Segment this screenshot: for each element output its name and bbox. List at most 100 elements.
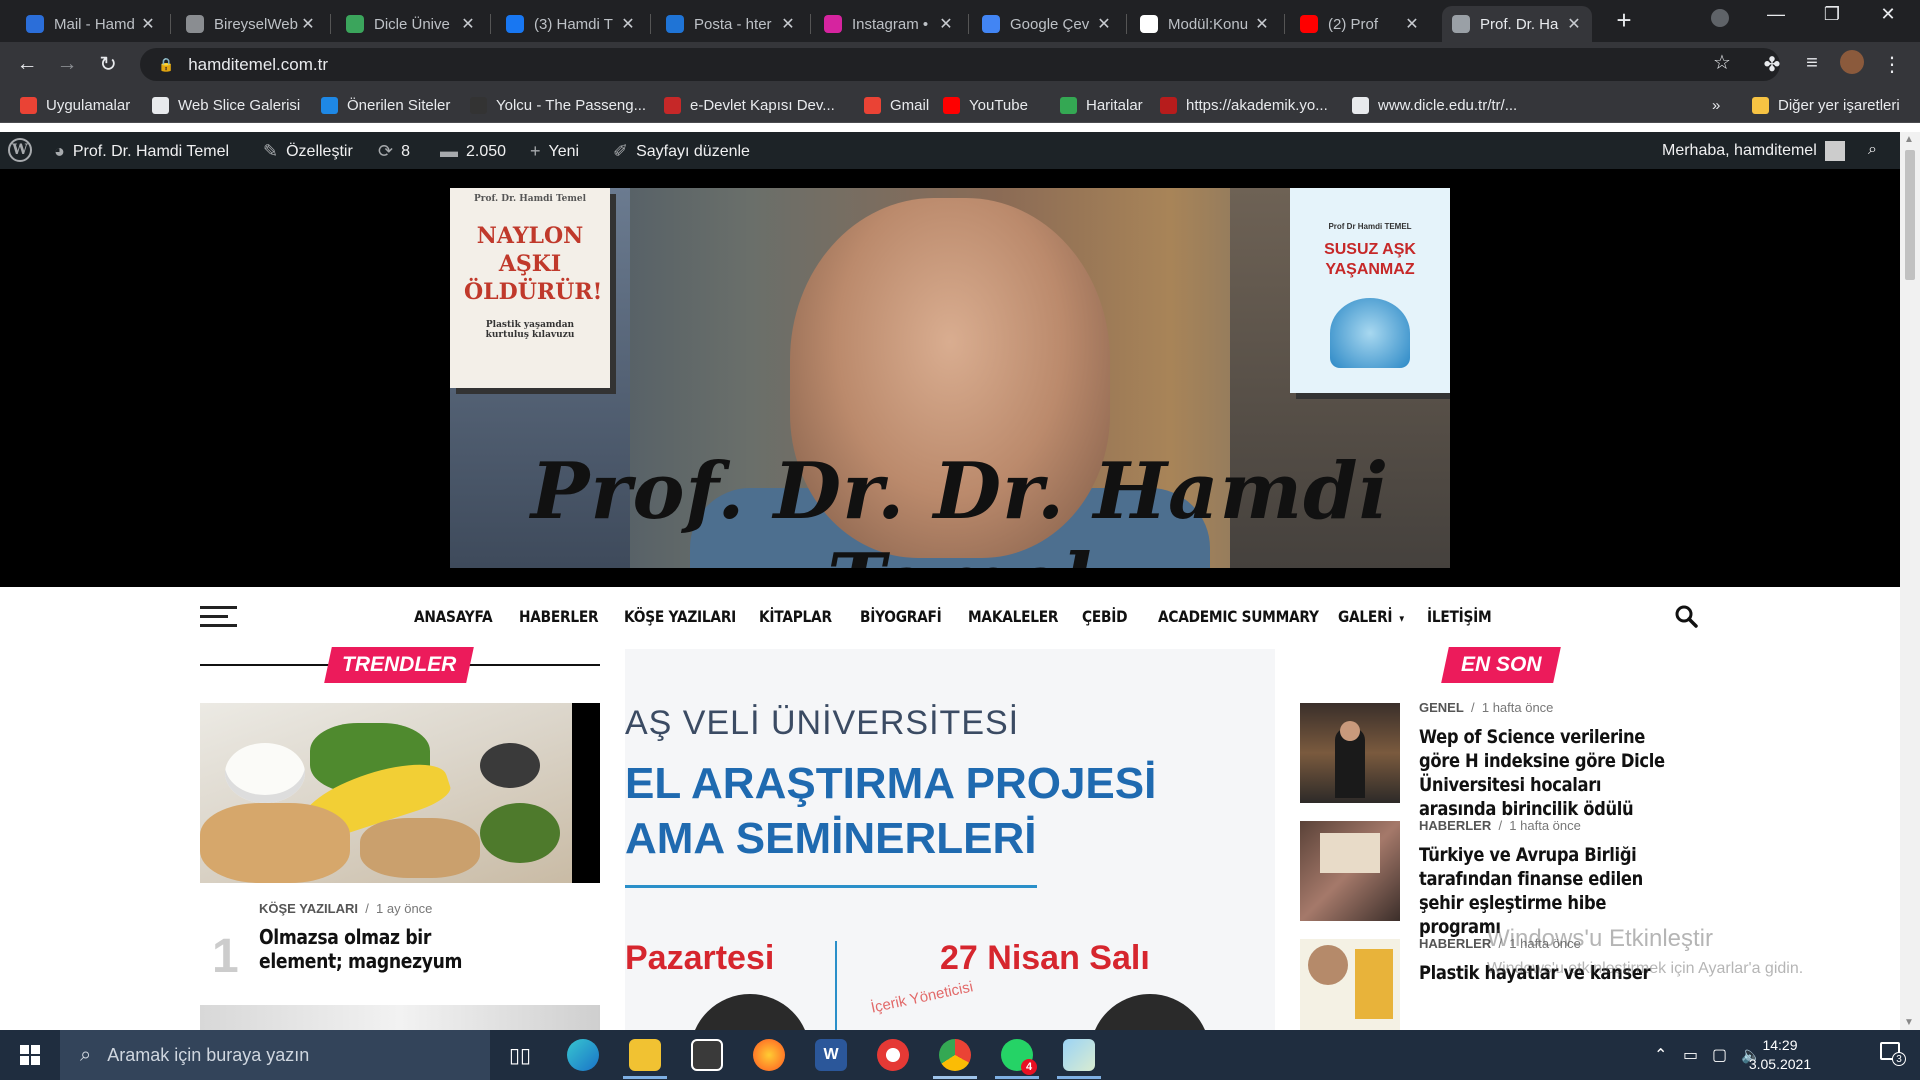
minimize-button[interactable]: —	[1756, 4, 1796, 25]
scroll-up-icon[interactable]: ▲	[1904, 134, 1914, 145]
extensions-icon[interactable]: ✤	[1758, 52, 1786, 77]
bookmark-item[interactable]: Uygulamalar	[20, 94, 130, 116]
notification-center-icon[interactable]: 3	[1880, 1042, 1906, 1066]
wp-account[interactable]: Merhaba, hamditemel	[1662, 141, 1845, 161]
file-explorer-icon[interactable]	[629, 1039, 661, 1071]
nav-makaleler[interactable]: MAKALELER	[968, 607, 1059, 626]
trend-title[interactable]: Olmazsa olmaz bir element; magnezyum	[259, 925, 483, 973]
browser-tab[interactable]: Mail - Hamd ✕	[16, 6, 166, 42]
bookmark-item[interactable]: www.dicle.edu.tr/tr/...	[1352, 94, 1517, 116]
paint-icon[interactable]	[1063, 1039, 1095, 1071]
wp-customize[interactable]: ✎ Özelleştir	[263, 141, 353, 162]
tab-close-icon[interactable]: ✕	[1096, 14, 1112, 34]
reload-icon[interactable]: ↻	[93, 52, 123, 77]
tab-close-icon[interactable]: ✕	[620, 14, 636, 34]
trend-next-image[interactable]	[200, 1005, 600, 1030]
page-scrollbar[interactable]: ▲ ▼	[1900, 132, 1920, 1030]
reading-list-icon[interactable]: ≡	[1798, 52, 1826, 75]
hamburger-menu-icon[interactable]	[200, 606, 237, 633]
network-icon[interactable]: ▢	[1712, 1045, 1727, 1065]
bookmark-star-icon[interactable]: ☆	[1708, 50, 1736, 75]
tab-search-icon[interactable]	[1700, 9, 1740, 32]
app-red-icon[interactable]	[877, 1039, 909, 1071]
new-tab-button[interactable]: +	[1604, 5, 1644, 36]
tab-close-icon[interactable]: ✕	[300, 14, 316, 34]
other-bookmarks[interactable]: Diğer yer işaretleri	[1752, 94, 1900, 116]
menu-dots-icon[interactable]: ⋮	[1878, 52, 1906, 77]
browser-tab[interactable]: Posta - hter ✕	[656, 6, 806, 42]
back-icon[interactable]: ←	[12, 52, 42, 76]
featured-image[interactable]: AŞ VELİ ÜNİVERSİTESİ EL ARAŞTIRMA PROJES…	[625, 649, 1275, 1030]
bookmark-item[interactable]: Web Slice Galerisi	[152, 94, 300, 116]
bookmark-item[interactable]: Gmail	[864, 94, 929, 116]
bookmark-item[interactable]: Haritalar	[1060, 94, 1143, 116]
tab-close-icon[interactable]: ✕	[1566, 14, 1582, 34]
wp-site-name[interactable]: ◕ Prof. Dr. Hamdi Temel	[54, 141, 229, 162]
site-search-icon[interactable]	[1674, 604, 1698, 635]
tab-close-icon[interactable]: ✕	[460, 14, 476, 34]
restore-button[interactable]: ❐	[1812, 4, 1852, 25]
nav-haberler[interactable]: HABERLER	[519, 607, 599, 626]
tab-close-icon[interactable]: ✕	[1404, 14, 1420, 34]
nav-academic-summary[interactable]: ACADEMIC SUMMARY	[1158, 607, 1319, 626]
browser-tab[interactable]: Dicle Ünive ✕	[336, 6, 486, 42]
wp-search-icon[interactable]: ⌕	[1868, 141, 1877, 159]
header-banner[interactable]: Prof. Dr. Hamdi Temel NAYLON AŞKI ÖLDÜRÜ…	[450, 188, 1450, 568]
word-icon[interactable]: W	[815, 1039, 847, 1071]
url-text: hamditemel.com.tr	[188, 54, 329, 74]
browser-tab[interactable]: BireyselWeb ✕	[176, 6, 326, 42]
tab-close-icon[interactable]: ✕	[140, 14, 156, 34]
wp-edit-page[interactable]: ✐ Sayfayı düzenle	[613, 141, 750, 162]
bookmark-item[interactable]: YouTube	[943, 94, 1028, 116]
tab-close-icon[interactable]: ✕	[1254, 14, 1270, 34]
store-icon[interactable]	[691, 1039, 723, 1071]
taskbar-search[interactable]: ⌕ Aramak için buraya yazın	[60, 1030, 490, 1080]
nav-kitaplar[interactable]: KİTAPLAR	[759, 607, 832, 626]
trend-image[interactable]	[200, 703, 572, 883]
browser-tab[interactable]: Modül:Konu ✕	[1130, 6, 1280, 42]
latest-thumb-1[interactable]	[1300, 703, 1400, 803]
tab-favicon-icon	[666, 15, 684, 33]
scroll-down-icon[interactable]: ▼	[1904, 1017, 1914, 1028]
profile-avatar[interactable]	[1838, 50, 1866, 74]
chrome-icon[interactable]	[939, 1039, 971, 1071]
bookmark-favicon-icon	[1352, 96, 1369, 114]
tab-close-icon[interactable]: ✕	[780, 14, 796, 34]
bookmark-item[interactable]: Önerilen Siteler	[321, 94, 450, 116]
latest-thumb-2[interactable]	[1300, 821, 1400, 921]
wp-comments[interactable]: ▬ 2.050	[440, 141, 506, 162]
browser-tab[interactable]: Google Çev ✕	[972, 6, 1122, 42]
whatsapp-icon[interactable]: 4	[1001, 1039, 1037, 1075]
browser-tab[interactable]: (2) Prof ✕	[1290, 6, 1430, 42]
browser-tab[interactable]: Instagram • ✕	[814, 6, 964, 42]
forward-icon[interactable]: →	[52, 52, 82, 76]
latest-title-1[interactable]: Wep of Science verilerine göre H indeksi…	[1419, 725, 1677, 821]
bookmark-item[interactable]: Yolcu - The Passeng...	[470, 94, 646, 116]
nav-galeri[interactable]: GALERİ ▾	[1338, 607, 1404, 626]
system-clock[interactable]: 14:29 3.05.2021	[1740, 1036, 1820, 1074]
start-button[interactable]	[0, 1030, 60, 1080]
bookmark-item[interactable]: https://akademik.yo...	[1160, 94, 1328, 116]
browser-tab[interactable]: (3) Hamdi T ✕	[496, 6, 646, 42]
firefox-icon[interactable]	[753, 1039, 785, 1071]
task-view-icon[interactable]: ▯▯	[504, 1039, 536, 1071]
edge-icon[interactable]	[567, 1039, 599, 1071]
latest-thumb-3[interactable]	[1300, 939, 1400, 1030]
nav-biyografi[interactable]: BİYOGRAFİ	[860, 607, 942, 626]
browser-tab[interactable]: Prof. Dr. Ha ✕	[1442, 6, 1592, 42]
scroll-thumb[interactable]	[1905, 150, 1915, 280]
wp-new[interactable]: + Yeni	[530, 141, 579, 162]
wp-updates[interactable]: ⟳ 8	[378, 141, 410, 162]
nav-cebid[interactable]: ÇEBİD	[1082, 607, 1128, 626]
bookmarks-overflow-button[interactable]: »	[1712, 94, 1720, 116]
address-bar[interactable]: 🔒 hamditemel.com.tr	[140, 48, 1780, 81]
nav-anasayfa[interactable]: ANASAYFA	[414, 607, 493, 626]
battery-icon[interactable]: ▭	[1683, 1045, 1698, 1065]
bookmark-item[interactable]: e-Devlet Kapısı Dev...	[664, 94, 835, 116]
close-window-button[interactable]: ✕	[1868, 4, 1908, 25]
tray-expand-icon[interactable]: ⌃	[1654, 1045, 1667, 1065]
wordpress-logo-icon[interactable]: W	[8, 138, 32, 162]
tab-close-icon[interactable]: ✕	[938, 14, 954, 34]
nav-kose-yazilari[interactable]: KÖŞE YAZILARI	[624, 607, 736, 626]
nav-iletisim[interactable]: İLETİŞİM	[1427, 607, 1492, 626]
